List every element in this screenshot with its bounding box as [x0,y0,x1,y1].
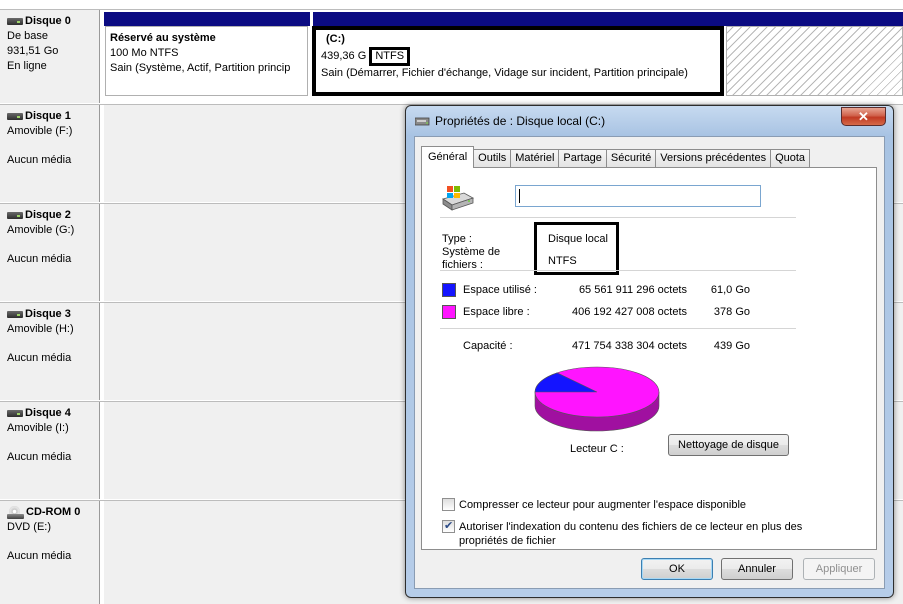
compress-drive-label[interactable]: Compresser ce lecteur pour augmenter l'e… [459,499,746,512]
properties-dialog[interactable]: Propriétés de : Disque local (C:) ✕ Géné… [405,105,894,598]
tab-quota[interactable]: Quota [771,149,811,168]
volume-name-input[interactable] [515,185,761,207]
partition-c-title: (C:) [326,33,345,45]
compress-drive-checkbox[interactable] [442,498,455,511]
disk-status: Aucun média [7,154,72,166]
disk-name: Disque 0 [25,15,71,27]
removable-disk-icon [7,310,23,319]
used-space-bytes: 65 561 911 296 octets [578,284,687,296]
partition-c-filesystem: NTFS [369,47,411,66]
dialog-body: Général Outils Matériel Partage Sécurité… [414,136,885,589]
partition-bar-reserved [104,12,310,26]
free-space-size: 378 Go [713,306,750,318]
disk-status: Aucun média [7,253,72,265]
disk-name: Disque 4 [25,407,71,419]
partition-reserved-status: Sain (Système, Actif, Partition princip [110,62,291,74]
separator [440,328,796,329]
cd-rom-icon [7,505,24,520]
hard-disk-icon [7,17,23,26]
removable-disk-icon [7,211,23,220]
partition-reserved[interactable]: Réservé au système 100 Mo NTFS Sain (Sys… [105,26,308,96]
allow-indexing-checkbox[interactable] [442,519,455,533]
capacity-size: 439 Go [713,340,750,352]
partition-unallocated[interactable] [726,26,903,96]
drive-icon [415,117,430,126]
general-tab-page: Type : Système de fichiers : Disque loca… [421,167,877,550]
close-icon: ✕ [858,109,869,124]
disk-usage-pie-chart [534,366,660,432]
disk-label-2[interactable]: Disque 2 Amovible (G:) Aucun média [0,204,100,301]
free-space-bytes: 406 192 427 008 octets [572,306,687,318]
disk-label-0[interactable]: Disque 0 De base 931,51 Go En ligne [0,10,100,103]
partition-reserved-size: 100 Mo NTFS [110,47,179,59]
disk-type: Amovible (G:) [7,224,75,236]
disk-type: Amovible (I:) [7,422,69,434]
disk-name: Disque 2 [25,209,71,221]
disk-type: Amovible (F:) [7,125,73,137]
dialog-title: Propriétés de : Disque local (C:) [435,114,606,128]
used-space-label: Espace utilisé : [463,284,537,296]
partition-c[interactable]: (C:) 439,36 G NTFS Sain (Démarrer, Fichi… [312,26,724,96]
disk-label-cdrom[interactable]: CD-ROM 0 DVD (E:) Aucun média [0,501,100,604]
disk-type: DVD (E:) [7,521,51,533]
disk-name: CD-ROM 0 [26,506,81,518]
tab-general[interactable]: Général [421,146,475,168]
partition-bar-c [313,12,903,26]
disk-label-3[interactable]: Disque 3 Amovible (H:) Aucun média [0,303,100,400]
separator [440,217,796,218]
disk-label-1[interactable]: Disque 1 Amovible (F:) Aucun média [0,105,100,202]
partition-reserved-title: Réservé au système [110,32,216,44]
free-space-swatch [442,305,456,319]
local-disk-icon [442,186,474,211]
disk-status: Aucun média [7,550,72,562]
disk-status: En ligne [7,60,47,72]
type-label: Type : [442,233,472,245]
tab-security[interactable]: Sécurité [606,149,657,168]
disk-status: Aucun média [7,352,72,364]
filesystem-label-line1: Système de [442,246,501,258]
allow-indexing-label-line2[interactable]: propriétés de fichier [459,535,556,548]
tab-hardware[interactable]: Matériel [511,149,560,168]
apply-button[interactable]: Appliquer [803,558,875,580]
ok-button[interactable]: OK [641,558,713,580]
partition-c-status: Sain (Démarrer, Fichier d'échange, Vidag… [321,67,688,79]
tab-previous-versions[interactable]: Versions précédentes [656,149,772,168]
free-space-label: Espace libre : [463,306,530,318]
used-space-size: 61,0 Go [710,284,750,296]
disk-label-4[interactable]: Disque 4 Amovible (I:) Aucun média [0,402,100,499]
disk-name: Disque 1 [25,110,71,122]
text-caret [519,189,520,203]
capacity-label: Capacité : [463,340,513,352]
disk-size: 931,51 Go [7,45,59,57]
disk-type: De base [7,30,48,42]
tab-tools[interactable]: Outils [474,149,512,168]
removable-disk-icon [7,112,23,121]
close-button[interactable]: ✕ [841,107,886,126]
used-space-swatch [442,283,456,297]
tab-sharing[interactable]: Partage [559,149,607,168]
capacity-bytes: 471 754 338 304 octets [572,340,687,352]
partition-c-size: 439,36 G [321,50,367,62]
disk-cleanup-button[interactable]: Nettoyage de disque [668,434,789,456]
cancel-button[interactable]: Annuler [721,558,793,580]
drive-label: Lecteur C : [570,443,624,455]
disk-status: Aucun média [7,451,72,463]
dialog-titlebar[interactable]: Propriétés de : Disque local (C:) ✕ [406,106,893,134]
tab-strip: Général Outils Matériel Partage Sécurité… [421,146,811,168]
filesystem-value: NTFS [548,255,577,267]
removable-disk-icon [7,409,23,418]
type-value: Disque local [548,233,608,245]
disk-name: Disque 3 [25,308,71,320]
allow-indexing-label-line1[interactable]: Autoriser l'indexation du contenu des fi… [459,521,802,534]
separator [440,270,796,271]
disk-type: Amovible (H:) [7,323,74,335]
